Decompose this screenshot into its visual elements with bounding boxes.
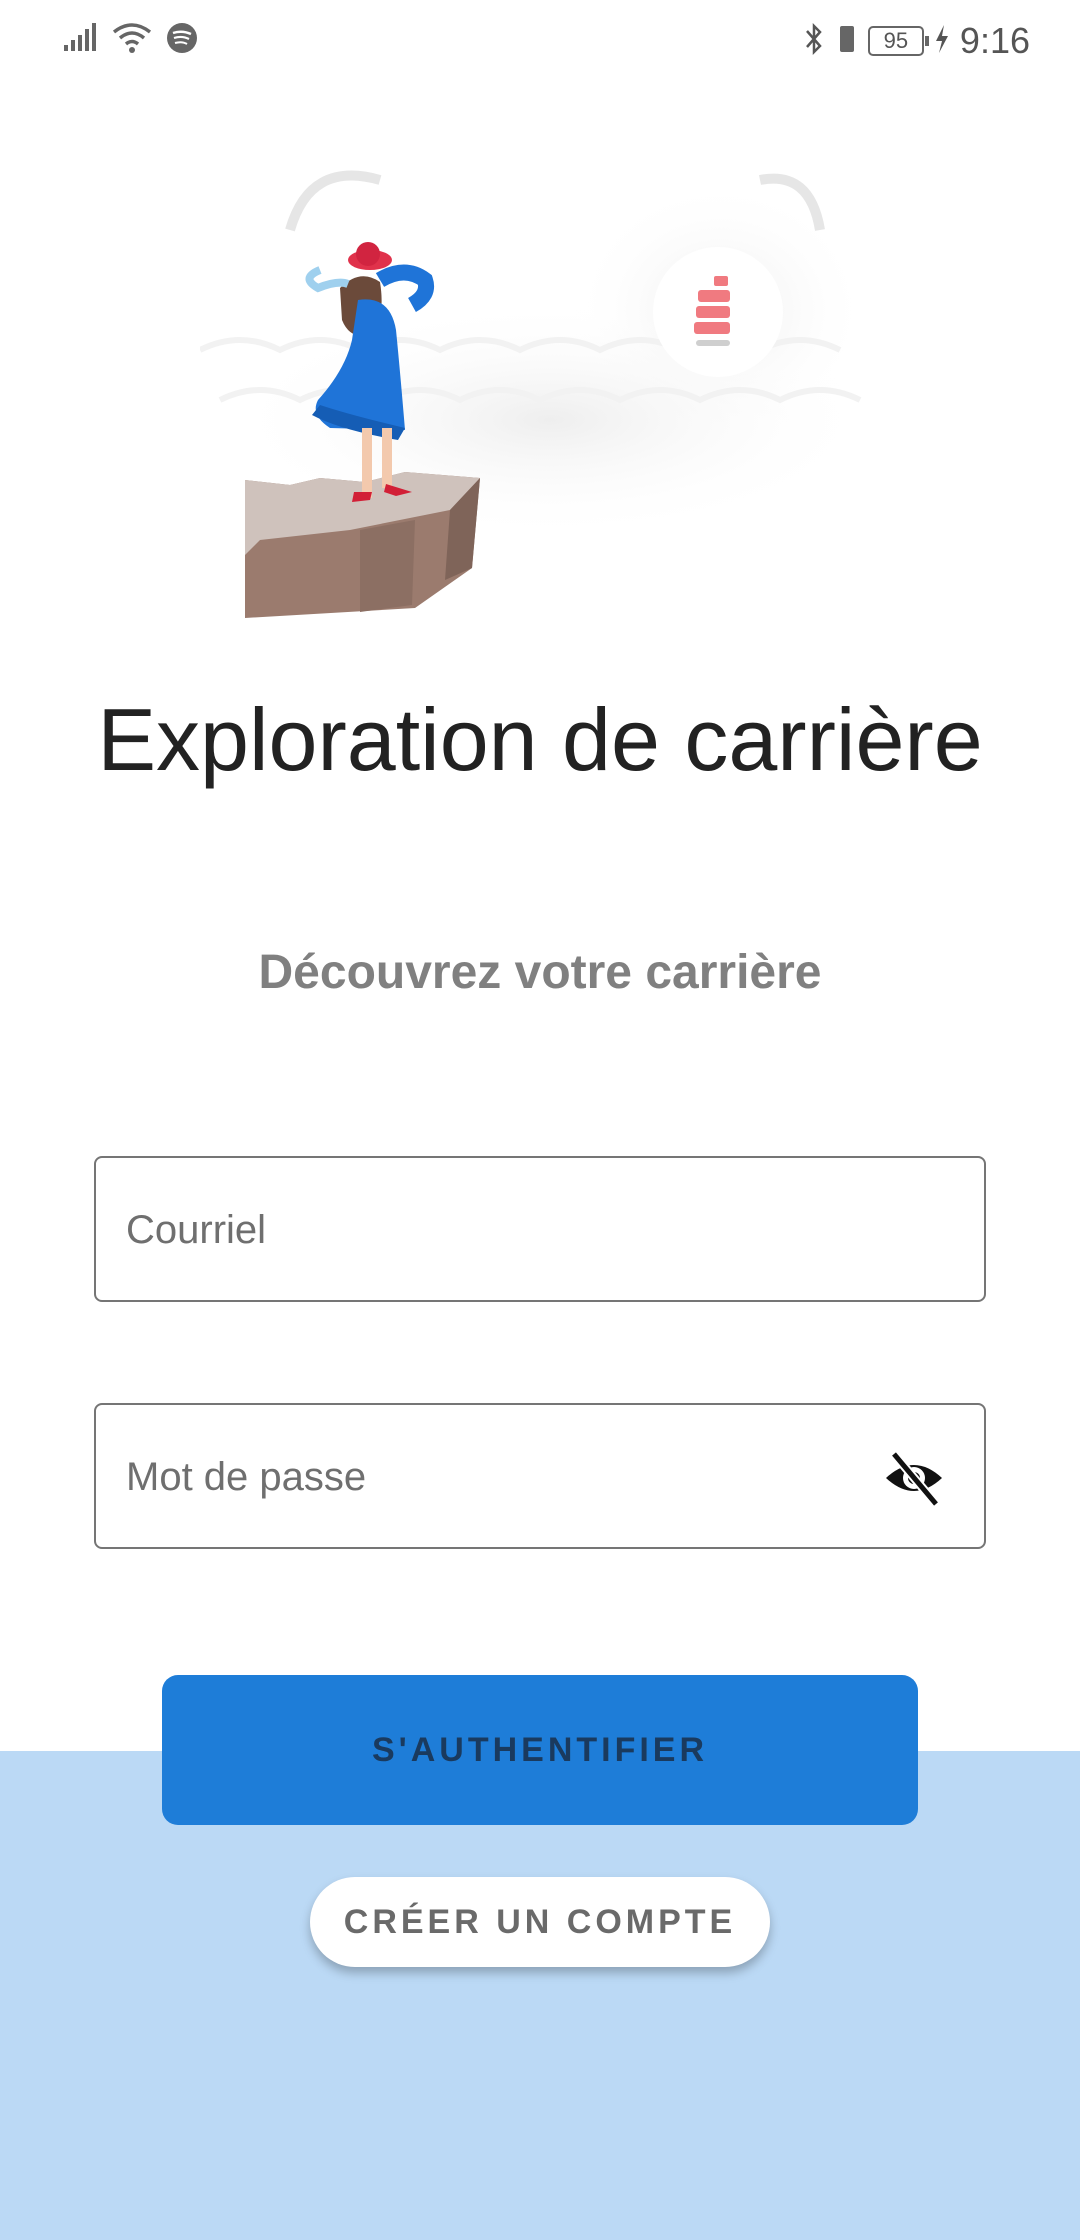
wifi-icon [112,22,152,59]
charging-icon [934,24,950,59]
page-title: Exploration de carrière [97,690,983,789]
bluetooth-icon [804,22,824,61]
status-left [64,22,198,59]
clock: 9:16 [959,20,1030,61]
email-field[interactable] [94,1156,986,1302]
woman-on-cliff-illustration [198,160,890,630]
password-input[interactable] [124,1405,888,1549]
page-subtitle: Découvrez votre carrière [258,946,822,999]
eye-off-icon[interactable] [882,1446,946,1510]
spotify-icon [166,22,198,59]
login-button[interactable]: S'AUTHENTIFIER [162,1675,918,1825]
status-right: 95 9:16 [804,20,1030,62]
password-field[interactable] [94,1403,986,1549]
email-input[interactable] [124,1158,888,1302]
battery-icon: 95 [867,26,929,56]
create-account-button[interactable]: CRÉER UN COMPTE [310,1877,770,1967]
vibrate-icon [834,22,858,61]
status-bar: 95 9:16 [0,0,1080,80]
signal-icon [64,23,98,58]
